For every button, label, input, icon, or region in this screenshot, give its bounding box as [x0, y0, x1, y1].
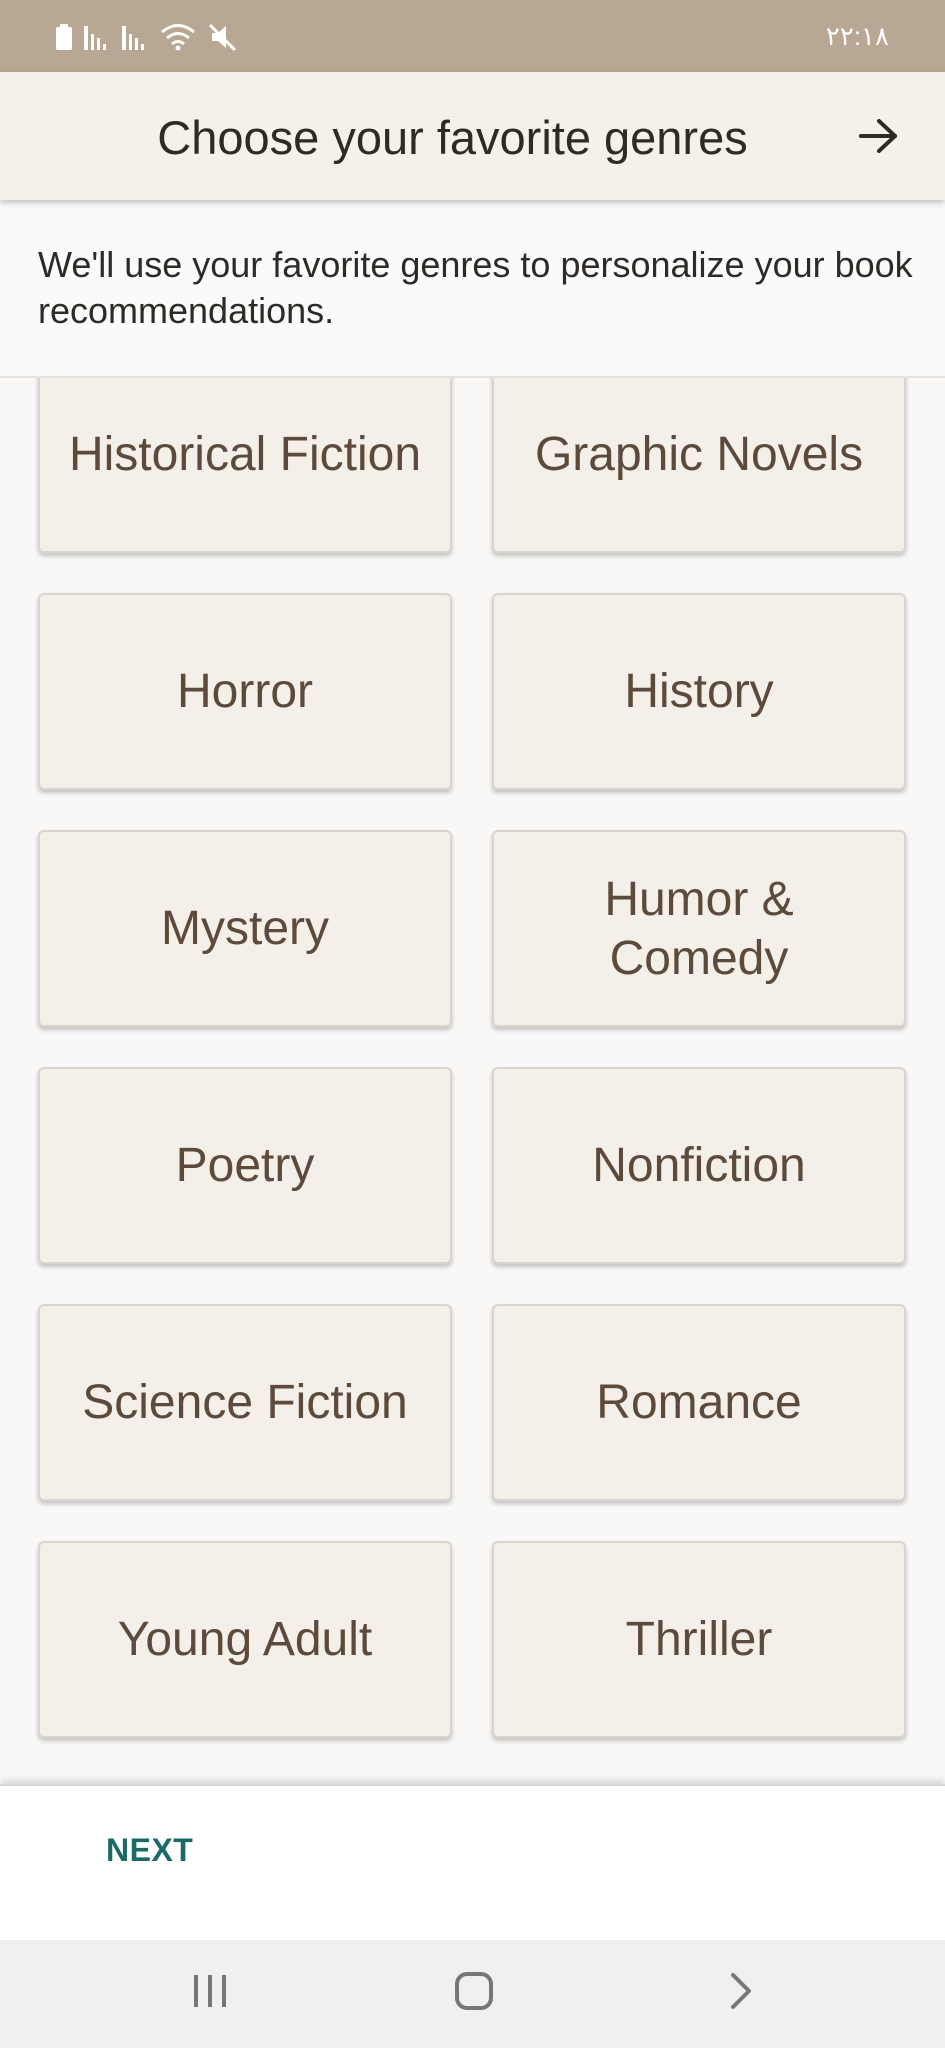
status-bar: ۲۲:۱۸ — [0, 0, 945, 72]
battery-icon — [56, 24, 72, 50]
genre-label: Young Adult — [117, 1613, 373, 1666]
home-button[interactable] — [446, 1968, 502, 2018]
genre-card-historical-fiction[interactable]: Historical Fiction — [38, 378, 452, 553]
genre-card-romance[interactable]: Romance — [492, 1304, 906, 1501]
status-icons — [56, 20, 238, 54]
genre-label: Mystery — [161, 902, 329, 955]
genre-label: Graphic Novels — [534, 428, 864, 481]
genre-label: Thriller — [625, 1613, 773, 1666]
recent-apps-icon — [190, 1973, 230, 2014]
status-time: ۲۲:۱۸ — [825, 21, 889, 51]
genre-label: Humor & Comedy — [604, 872, 794, 985]
genre-label: Poetry — [175, 1139, 315, 1192]
system-nav-bar — [0, 1938, 945, 2048]
genre-card-thriller[interactable]: Thriller — [492, 1541, 906, 1738]
back-button[interactable] — [712, 1968, 768, 2018]
genre-card-graphic-novels[interactable]: Graphic Novels — [492, 378, 906, 553]
genre-list[interactable]: Historical Fiction Graphic Novels Horror… — [0, 378, 945, 1786]
signal-icon — [84, 24, 110, 50]
genre-label: History — [624, 665, 774, 718]
genre-grid: Historical Fiction Graphic Novels Horror… — [0, 378, 945, 1738]
forward-button[interactable] — [849, 108, 909, 168]
genre-card-humor-comedy[interactable]: Humor & Comedy — [492, 830, 906, 1027]
back-icon — [725, 1971, 755, 2016]
genre-label: Horror — [176, 665, 313, 718]
recent-apps-button[interactable] — [182, 1968, 238, 2018]
genre-card-nonfiction[interactable]: Nonfiction — [492, 1067, 906, 1264]
bottom-action-bar: NEXT — [0, 1784, 945, 1940]
genre-card-poetry[interactable]: Poetry — [38, 1067, 452, 1264]
home-icon — [453, 1970, 495, 2017]
app-header: Choose your favorite genres — [0, 72, 945, 200]
signal-icon — [122, 24, 148, 50]
genre-card-mystery[interactable]: Mystery — [38, 830, 452, 1027]
genre-label: Science Fiction — [82, 1376, 408, 1429]
genre-card-history[interactable]: History — [492, 593, 906, 790]
next-button[interactable]: NEXT — [106, 1830, 193, 1870]
genre-card-horror[interactable]: Horror — [38, 593, 452, 790]
arrow-right-icon — [857, 116, 901, 161]
genre-label: Nonfiction — [592, 1139, 806, 1192]
genre-label: Historical Fiction — [68, 428, 422, 481]
description-text: We'll use your favorite genres to person… — [38, 244, 913, 331]
genre-card-science-fiction[interactable]: Science Fiction — [38, 1304, 452, 1501]
wifi-icon — [160, 23, 196, 51]
genre-card-young-adult[interactable]: Young Adult — [38, 1541, 452, 1738]
page-title: Choose your favorite genres — [157, 111, 748, 164]
genre-label: Romance — [596, 1376, 802, 1429]
description-panel: We'll use your favorite genres to person… — [0, 200, 945, 378]
mute-icon — [208, 23, 238, 51]
